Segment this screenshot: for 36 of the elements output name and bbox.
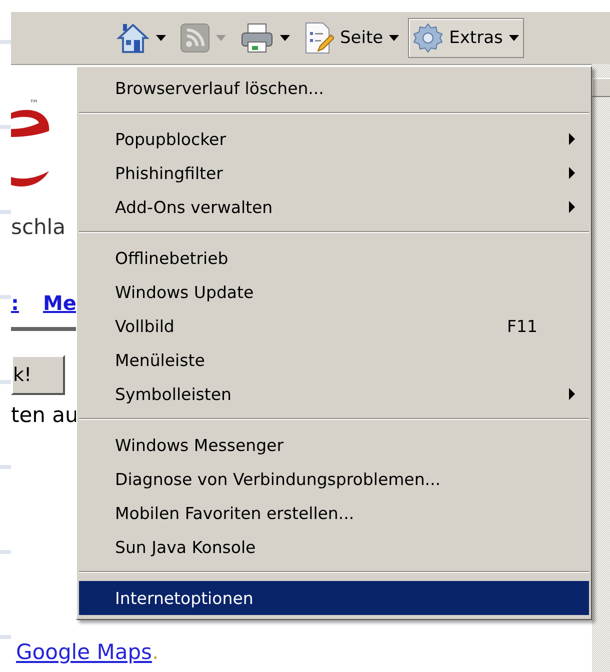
toolbar-menu-button[interactable]: Extras xyxy=(408,18,524,58)
menu-item[interactable]: Add-Ons verwalten xyxy=(79,190,589,224)
dropdown-caret-icon[interactable] xyxy=(389,35,400,41)
toolbar-menu-button[interactable]: Seite xyxy=(299,18,404,58)
gear-icon xyxy=(413,23,444,53)
trademark-symbol: ™ xyxy=(29,99,39,110)
menu-item[interactable]: Offlinebetrieb xyxy=(79,241,589,275)
link[interactable]: Me xyxy=(43,291,76,315)
dropdown-caret-icon[interactable] xyxy=(280,35,290,41)
menu-item[interactable]: Mobilen Favoriten erstellen... xyxy=(79,496,589,530)
menu-item[interactable]: Internetoptionen xyxy=(79,581,589,615)
menu-item[interactable]: Vollbild F11 xyxy=(79,309,589,343)
submit-button[interactable]: k! xyxy=(11,355,65,395)
menu-item[interactable]: Popupblocker xyxy=(79,122,589,156)
document-pencil-icon xyxy=(304,21,334,55)
link[interactable]: : xyxy=(11,291,19,315)
menu-item[interactable]: Browserverlauf löschen... xyxy=(79,71,589,105)
menu-item[interactable]: Diagnose von Verbindungsproblemen... xyxy=(79,462,589,496)
printer-icon xyxy=(240,22,274,54)
menu-item[interactable]: Windows Messenger xyxy=(79,428,589,462)
menu-item[interactable]: Windows Update xyxy=(79,275,589,309)
menu-item[interactable]: Symbolleisten xyxy=(79,377,589,411)
menu-item[interactable]: Phishingfilter xyxy=(79,156,589,190)
menu-item[interactable]: Menüleiste xyxy=(79,343,589,377)
dropdown-caret-icon[interactable] xyxy=(508,35,519,41)
feed-icon xyxy=(180,23,210,53)
submenu-arrow-icon xyxy=(567,167,577,179)
maps-link[interactable]: Google Maps xyxy=(16,640,152,664)
house-icon xyxy=(116,21,150,55)
menu-item[interactable]: Sun Java Konsole xyxy=(79,530,589,564)
maps-text: Google Maps. xyxy=(16,640,159,664)
slogan-text: schla xyxy=(11,215,66,239)
submenu-arrow-icon xyxy=(567,133,577,145)
submenu-arrow-icon xyxy=(567,201,577,213)
submenu-arrow-icon xyxy=(567,388,577,400)
dropdown-caret-icon[interactable] xyxy=(156,35,166,41)
